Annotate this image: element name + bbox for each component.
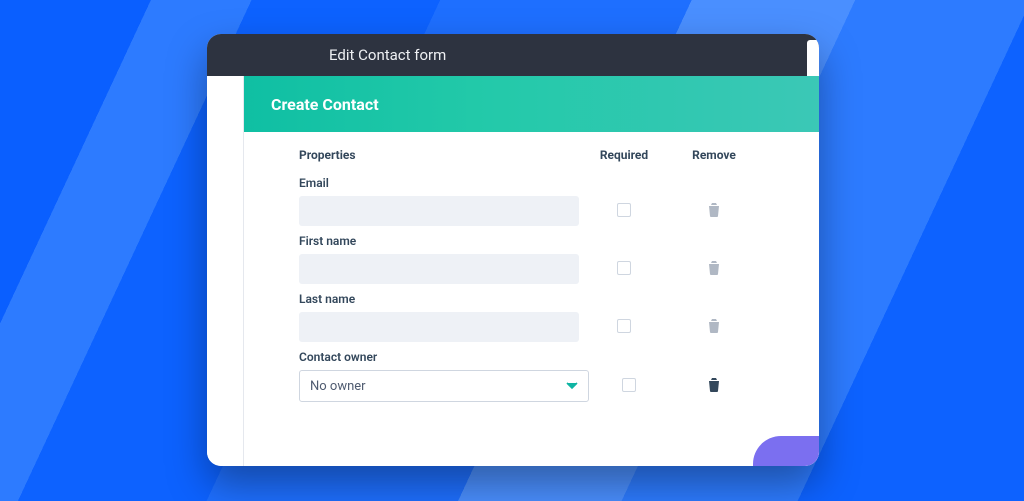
column-headers: Properties Required Remove — [299, 148, 787, 162]
first-name-field[interactable] — [299, 254, 579, 284]
modal-window: Edit Contact form Create Contact Propert… — [207, 34, 819, 466]
content-area: Properties Required Remove Email — [243, 132, 819, 402]
required-checkbox-last-name[interactable] — [617, 319, 631, 333]
modal-body: Create Contact Properties Required Remov… — [243, 76, 819, 466]
trash-icon[interactable] — [708, 263, 720, 279]
select-value: No owner — [310, 379, 366, 394]
property-row-email: Email — [299, 176, 787, 226]
column-header-required: Required — [579, 148, 669, 162]
banner: Create Contact — [243, 76, 819, 132]
trash-icon[interactable] — [708, 321, 720, 337]
trash-icon[interactable] — [708, 205, 720, 221]
required-checkbox-email[interactable] — [617, 203, 631, 217]
required-checkbox-contact-owner[interactable] — [622, 378, 636, 392]
property-row-first-name: First name — [299, 234, 787, 284]
property-label: Email — [299, 176, 787, 190]
column-header-properties: Properties — [299, 148, 579, 162]
property-row-contact-owner: Contact owner No owner — [299, 350, 787, 402]
last-name-field[interactable] — [299, 312, 579, 342]
chevron-down-icon — [566, 382, 578, 390]
property-label: First name — [299, 234, 787, 248]
column-header-remove: Remove — [669, 148, 759, 162]
required-checkbox-first-name[interactable] — [617, 261, 631, 275]
email-field[interactable] — [299, 196, 579, 226]
title-bar-text: Edit Contact form — [329, 46, 446, 64]
property-label: Last name — [299, 292, 787, 306]
contact-owner-select[interactable]: No owner — [299, 370, 589, 402]
property-label: Contact owner — [299, 350, 787, 364]
title-bar: Edit Contact form — [207, 34, 819, 76]
property-row-last-name: Last name — [299, 292, 787, 342]
trash-icon[interactable] — [708, 380, 720, 396]
banner-title: Create Contact — [271, 95, 379, 114]
